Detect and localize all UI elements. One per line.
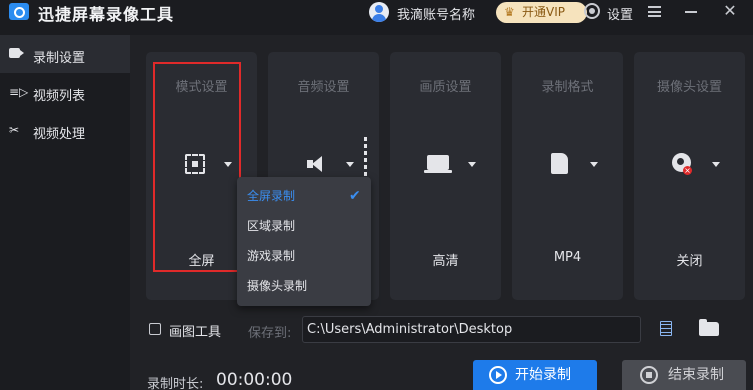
list-play-icon: ≡▷ [9,85,29,99]
app-title: 迅捷屏幕录像工具 [38,5,175,24]
play-icon [489,366,507,384]
crown-icon: ♛ [504,5,515,19]
card-title: 画质设置 [419,80,472,95]
start-recording-button[interactable]: 开始录制 [473,360,597,390]
chevron-down-icon[interactable] [712,162,720,167]
save-path-input[interactable] [302,316,641,343]
sidebar-item-record-settings[interactable]: 录制设置 [0,35,130,73]
card-title: 音频设置 [297,80,350,95]
stop-recording-button[interactable]: 结束录制 [622,360,746,390]
video-camera-icon [9,48,24,58]
chevron-down-icon[interactable] [346,162,354,167]
card-title: 摄像头设置 [656,80,722,95]
dropdown-item-label: 全屏录制 [247,189,296,203]
dropdown-item-region[interactable]: 区域录制 [237,211,371,241]
sidebar-item-video-processing[interactable]: ✂ 视频处理 [0,111,130,149]
webcam-off-icon[interactable]: × [669,152,699,176]
tools-icon: ✂ [9,123,20,137]
sidebar-item-label: 录制设置 [33,51,86,66]
account-name[interactable]: 我滴账号名称 [397,4,475,23]
selection-highlight-box [153,62,241,272]
title-bar: 迅捷屏幕录像工具 我滴账号名称 ♛ 开通VIP 设置 ✕ [0,0,753,26]
monitor-icon[interactable] [424,152,455,176]
menu-icon[interactable] [648,6,661,17]
file-icon[interactable] [547,152,577,176]
card-title: 录制格式 [541,80,594,95]
file-list-icon[interactable] [660,321,672,336]
stop-icon [640,366,658,384]
minimize-icon[interactable] [685,11,697,13]
card-value: 关闭 [676,254,703,269]
check-icon: ✔ [349,188,361,204]
chevron-down-icon[interactable] [468,162,476,167]
gear-icon[interactable] [584,3,600,19]
start-recording-label: 开始录制 [515,367,571,383]
app-logo-icon [9,3,29,20]
avatar[interactable] [369,2,389,22]
draw-tool-label[interactable]: 画图工具 [169,321,221,340]
open-vip-label: 开通VIP [522,5,565,19]
chevron-down-icon[interactable] [590,162,598,167]
sidebar: 录制设置 ≡▷ 视频列表 ✂ 视频处理 [0,35,130,390]
card-value: MP4 [553,250,582,265]
stop-recording-label: 结束录制 [668,367,724,383]
dropdown-item-fullscreen[interactable]: 全屏录制 ✔ [237,181,371,211]
speaker-icon[interactable] [303,152,333,176]
format-settings-card[interactable]: 录制格式 MP4 [512,52,623,300]
sidebar-item-video-list[interactable]: ≡▷ 视频列表 [0,73,130,111]
duration-label: 录制时长: [147,377,204,390]
close-icon[interactable]: ✕ [722,3,738,19]
sidebar-item-label: 视频列表 [33,89,86,104]
folder-icon[interactable] [699,319,719,336]
draw-tool-checkbox[interactable] [149,323,161,335]
save-to-label: 保存到: [248,326,292,341]
dropdown-item-camera[interactable]: 摄像头录制 [237,271,371,301]
sidebar-item-label: 视频处理 [33,127,86,142]
open-vip-button[interactable]: ♛ 开通VIP [496,2,587,23]
card-value: 高清 [432,254,459,269]
quality-settings-card[interactable]: 画质设置 高清 [390,52,501,300]
duration-value: 00:00:00 [216,370,293,390]
mode-dropdown-menu: 全屏录制 ✔ 区域录制 游戏录制 摄像头录制 [237,177,371,306]
dropdown-item-game[interactable]: 游戏录制 [237,241,371,271]
settings-button[interactable]: 设置 [607,4,633,23]
camera-settings-card[interactable]: 摄像头设置 × 关闭 [634,52,745,300]
